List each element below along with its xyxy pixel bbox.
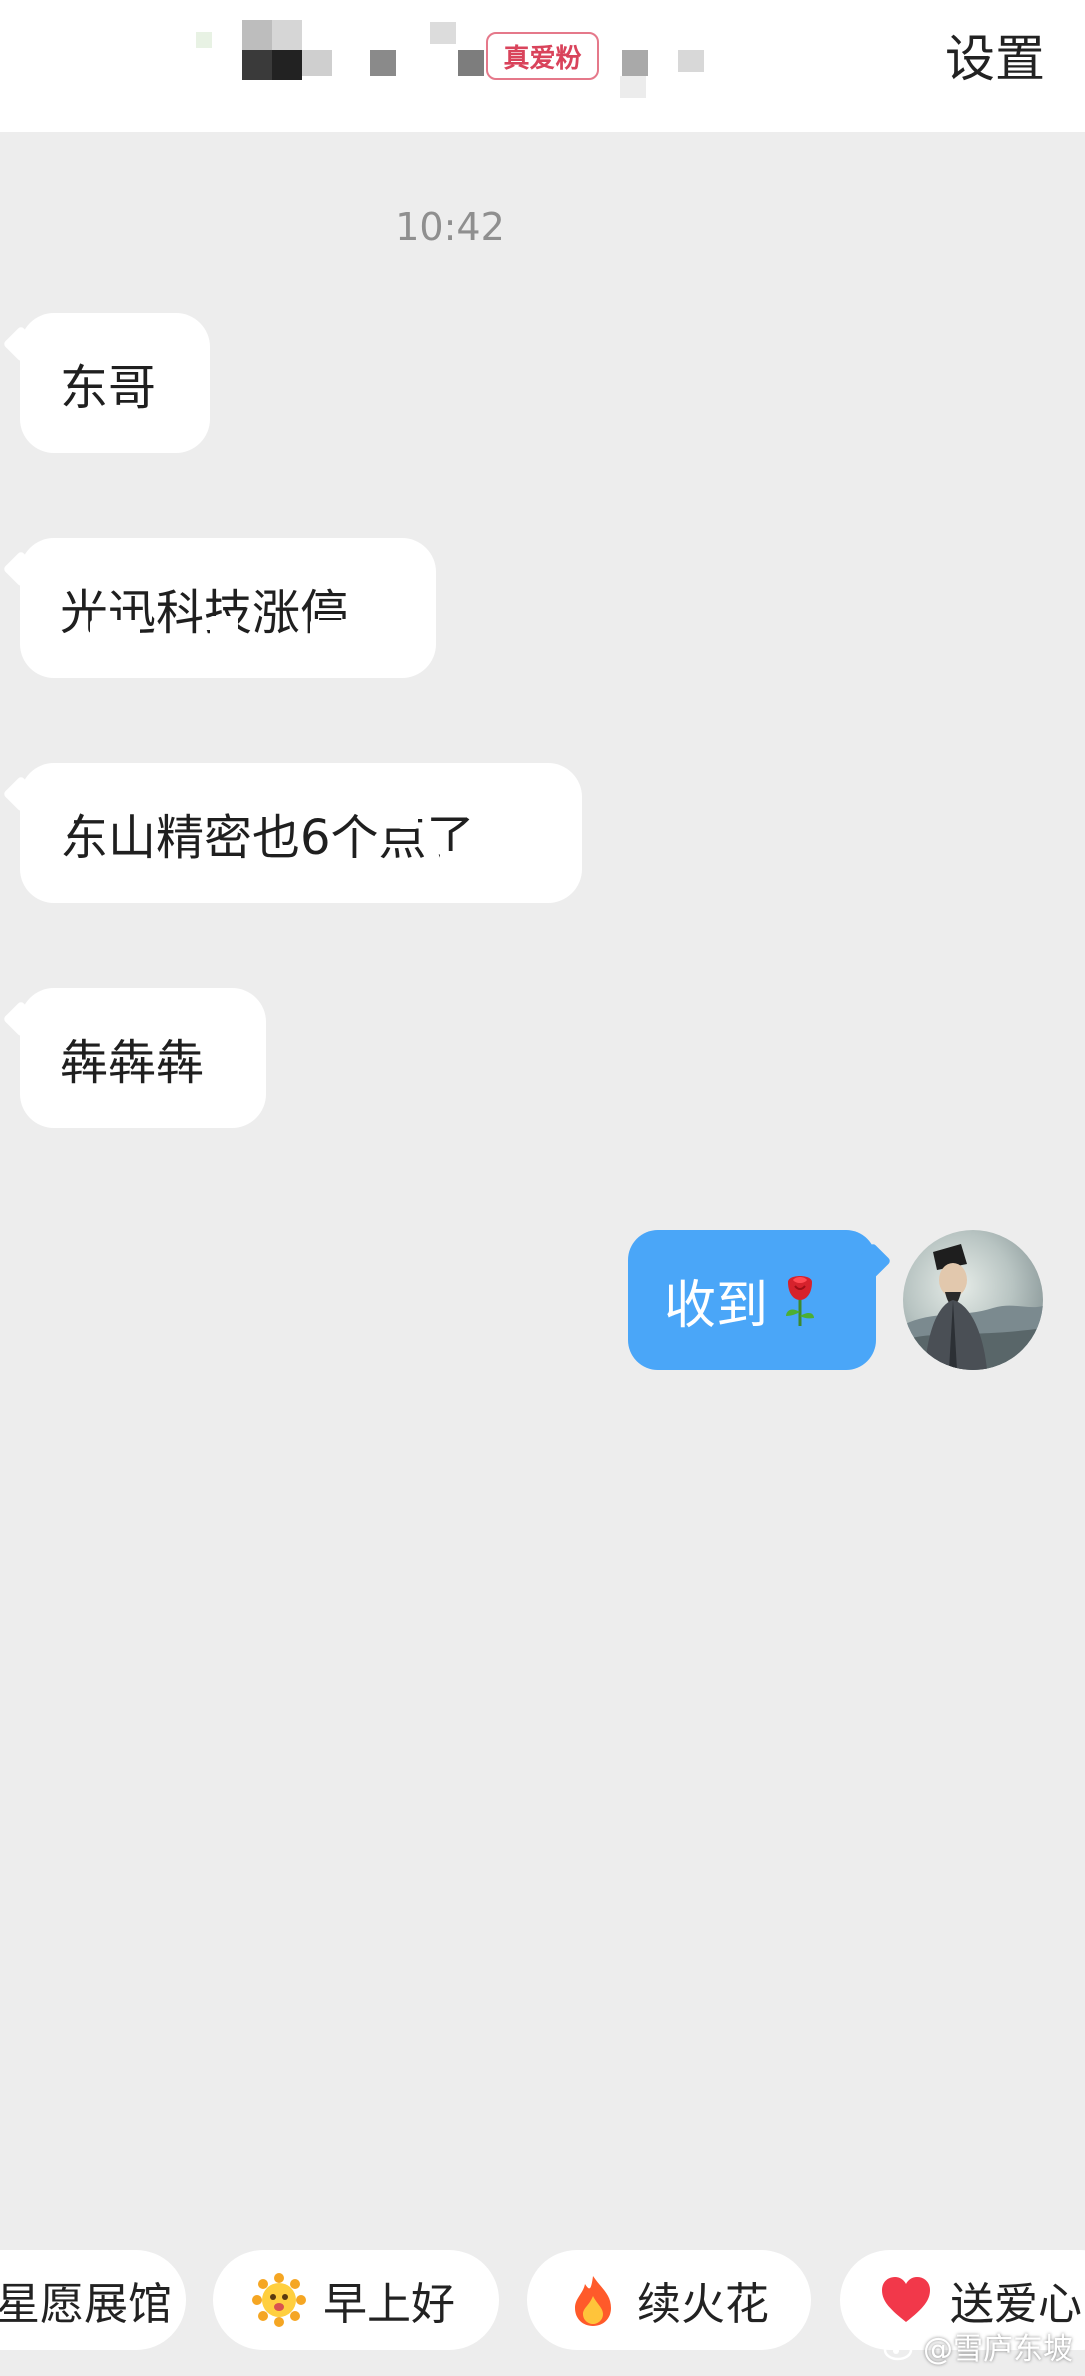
incoming-message[interactable]: 犇犇犇 (20, 988, 266, 1128)
redaction-mark (210, 791, 230, 811)
redaction-mark (50, 803, 74, 825)
user-avatar[interactable] (903, 1230, 1043, 1370)
weibo-watermark: @雪庐东坡 (883, 2324, 1073, 2368)
incoming-message[interactable]: 光迅科技涨停 (20, 538, 436, 678)
watermark-text: @雪庐东坡 (923, 2332, 1073, 2367)
incoming-message[interactable]: 东山精密也6个点了 (20, 763, 582, 903)
chip-label: 送爱心 (950, 2279, 1082, 2330)
quick-reply-chip[interactable]: 星愿展馆 (0, 2250, 186, 2350)
heart-icon (878, 2272, 934, 2328)
chat-header: 真爱粉 设置 (0, 0, 1085, 132)
chip-label: 星愿展馆 (0, 2279, 172, 2330)
redaction-mark (398, 807, 418, 829)
redaction-mark (310, 620, 346, 642)
sun-face-icon (251, 2272, 307, 2328)
message-text: 收到 (664, 1275, 769, 1336)
fire-icon (565, 2272, 621, 2328)
outgoing-message[interactable]: 收到 (628, 1230, 876, 1370)
redaction-mark (440, 851, 470, 875)
message-timestamp: 10:42 (395, 205, 505, 249)
weibo-icon (883, 2331, 919, 2361)
true-fan-badge: 真爱粉 (486, 32, 599, 80)
contact-name-pixelated[interactable] (190, 14, 710, 104)
incoming-message[interactable]: 东哥 (20, 313, 210, 453)
rose-icon (778, 1272, 822, 1328)
settings-button[interactable]: 设置 (945, 26, 1045, 92)
redaction-mark (210, 616, 238, 642)
chat-screen: 真爱粉 设置 10:42 东哥 光迅科技涨停 东山精密也6个点了 犇犇犇 收到 (0, 0, 1085, 2376)
message-text: 犇犇犇 (60, 1035, 205, 1091)
quick-reply-chip[interactable]: 早上好 (213, 2250, 499, 2350)
redaction-mark (90, 620, 140, 640)
quick-reply-chip[interactable]: 续火花 (527, 2250, 811, 2350)
chip-label: 早上好 (323, 2279, 455, 2330)
chip-label: 续火花 (637, 2279, 769, 2330)
message-text: 东哥 (60, 360, 157, 416)
